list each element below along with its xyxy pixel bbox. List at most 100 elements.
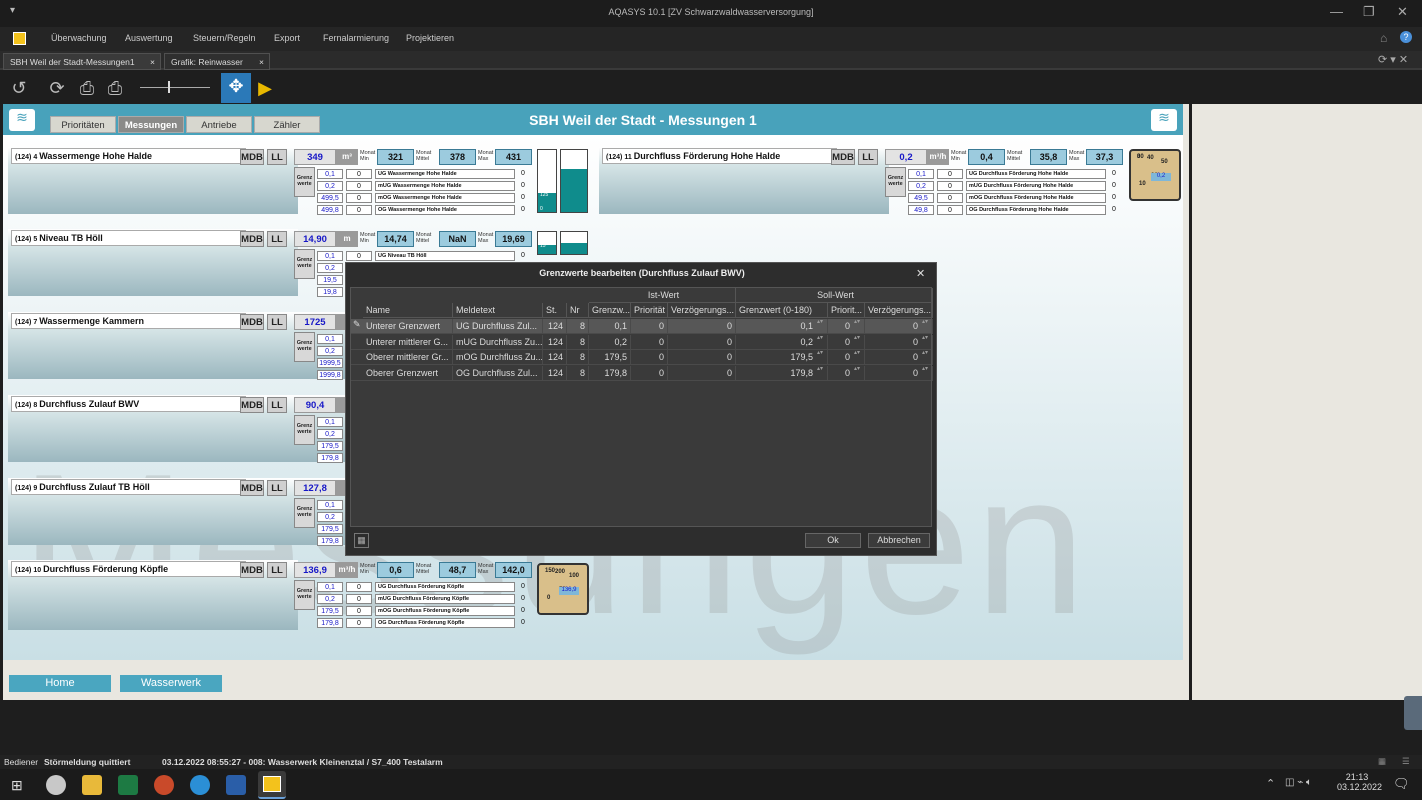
column-header[interactable]: Verzögerungs... xyxy=(668,303,736,318)
windows-start-icon[interactable]: ⊞ xyxy=(11,777,23,794)
aqasys-taskbar-icon[interactable] xyxy=(258,771,286,799)
clock[interactable]: 21:13 03.12.2022 xyxy=(1337,772,1382,792)
minimize-icon[interactable]: — xyxy=(1330,4,1343,19)
file-explorer-icon[interactable] xyxy=(82,775,102,795)
close-icon[interactable]: ✕ xyxy=(916,267,925,280)
column-header[interactable]: Nr xyxy=(567,303,589,318)
table-cell[interactable]: 0,2 xyxy=(736,334,828,350)
limit-value[interactable]: 0,2 xyxy=(908,181,934,191)
home-button[interactable]: Home xyxy=(9,675,111,692)
limit-value[interactable]: 0,1 xyxy=(317,417,343,427)
limit-value[interactable]: 0,1 xyxy=(317,169,343,179)
limit-value[interactable]: 499,5 xyxy=(317,193,343,203)
limit-value[interactable]: 499,8 xyxy=(317,205,343,215)
help-icon[interactable]: ? xyxy=(1400,31,1412,43)
spinner-icon[interactable]: ▴▾ xyxy=(922,366,928,373)
undo-icon[interactable]: ↺ xyxy=(6,75,32,101)
spinner-icon[interactable]: ▴▾ xyxy=(854,350,860,357)
pan-icon[interactable]: ✥ xyxy=(221,73,251,103)
limit-value[interactable]: 0,1 xyxy=(317,334,343,344)
spinner-icon[interactable]: ▴▾ xyxy=(817,335,823,342)
column-header[interactable]: Priorität xyxy=(631,303,668,318)
limit-value[interactable]: 1999,8 xyxy=(317,370,343,380)
print-preview-icon[interactable]: ⎙ xyxy=(102,75,128,101)
refresh-icon[interactable]: ⟳ ▾ ✕ xyxy=(1378,53,1408,66)
play-display-icon[interactable]: ▶ xyxy=(252,75,278,101)
ll-button[interactable]: LL xyxy=(267,562,287,578)
tab-grafik-reinwasser[interactable]: Grafik: Reinwasser × xyxy=(164,53,270,70)
ll-button[interactable]: LL xyxy=(267,480,287,496)
table-cell[interactable]: 0,1 xyxy=(736,319,828,334)
spinner-icon[interactable]: ▴▾ xyxy=(817,366,823,373)
limit-value[interactable]: 0,2 xyxy=(317,429,343,439)
spinner-icon[interactable]: ▴▾ xyxy=(922,335,928,342)
tab-sbh-messungen[interactable]: SBH Weil der Stadt-Messungen1 × xyxy=(3,53,161,70)
spinner-icon[interactable]: ▴▾ xyxy=(854,366,860,373)
limit-value[interactable]: 179,8 xyxy=(317,618,343,628)
tab-messungen[interactable]: Messungen xyxy=(118,116,184,133)
limit-value[interactable]: 19,8 xyxy=(317,287,343,297)
limit-value[interactable]: 0,2 xyxy=(317,594,343,604)
grid-settings-icon[interactable]: ▦ xyxy=(354,533,369,548)
ll-button[interactable]: LL xyxy=(858,149,878,165)
menu-fernalarmierung[interactable]: Fernalarmierung xyxy=(323,33,389,43)
limit-value[interactable]: 0,1 xyxy=(908,169,934,179)
limit-value[interactable]: 0,1 xyxy=(317,500,343,510)
limit-value[interactable]: 179,5 xyxy=(317,606,343,616)
excel-icon[interactable] xyxy=(118,775,138,795)
ll-button[interactable]: LL xyxy=(267,397,287,413)
limit-value[interactable]: 0,2 xyxy=(317,181,343,191)
close-icon[interactable]: × xyxy=(150,57,155,67)
limit-value[interactable]: 0,2 xyxy=(317,512,343,522)
notification-icon[interactable]: 🗨︎ xyxy=(1393,776,1410,792)
mdb-button[interactable]: MDB xyxy=(240,231,264,247)
spinner-icon[interactable]: ▴▾ xyxy=(922,350,928,357)
mdb-button[interactable]: MDB xyxy=(240,397,264,413)
column-header[interactable]: Name xyxy=(363,303,453,318)
limit-value[interactable]: 0,2 xyxy=(317,346,343,356)
limit-value[interactable]: 179,5 xyxy=(317,524,343,534)
limit-value[interactable]: 179,5 xyxy=(317,441,343,451)
column-header[interactable]: Grenzw... xyxy=(589,303,631,318)
limit-value[interactable]: 179,8 xyxy=(317,536,343,546)
column-header[interactable]: Grenzwert (0-180) xyxy=(736,303,828,318)
mdb-button[interactable]: MDB xyxy=(240,480,264,496)
column-header[interactable]: Priorit... xyxy=(828,303,865,318)
table-row[interactable]: Oberer Grenzwert OG Durchfluss Zul... 124 8… xyxy=(351,365,933,381)
powerpoint-icon[interactable] xyxy=(154,775,174,795)
close-icon[interactable]: × xyxy=(259,57,264,67)
app-icon[interactable] xyxy=(46,775,66,795)
database-icon[interactable]: ☰ xyxy=(1402,756,1410,767)
tab-zaehler[interactable]: Zähler xyxy=(254,116,320,133)
mdb-button[interactable]: MDB xyxy=(240,314,264,330)
word-icon[interactable] xyxy=(226,775,246,795)
ll-button[interactable]: LL xyxy=(267,149,287,165)
tab-prioritaeten[interactable]: Prioritäten xyxy=(50,116,116,133)
menu-auswertung[interactable]: Auswertung xyxy=(125,33,173,43)
limit-value[interactable]: 1999,5 xyxy=(317,358,343,368)
print-icon[interactable]: ⎙ xyxy=(74,75,100,101)
table-row[interactable]: Unterer mittlerer G... mUG Durchfluss Zu.… xyxy=(351,334,933,350)
ok-button[interactable]: Ok xyxy=(805,533,861,548)
spinner-icon[interactable]: ▴▾ xyxy=(817,350,823,357)
menu-export[interactable]: Export xyxy=(274,33,300,43)
ll-button[interactable]: LL xyxy=(267,314,287,330)
limit-value[interactable]: 0,1 xyxy=(317,251,343,261)
restore-icon[interactable]: ❐ xyxy=(1363,4,1375,20)
spinner-icon[interactable]: ▴▾ xyxy=(854,335,860,342)
table-row[interactable]: ✎ Unterer Grenzwert UG Durchfluss Zul... 12… xyxy=(351,319,933,334)
limit-value[interactable]: 0,2 xyxy=(317,263,343,273)
tray-chevron-icon[interactable]: ⌃ xyxy=(1266,777,1275,790)
cancel-button[interactable]: Abbrechen xyxy=(868,533,930,548)
menu-steuern-regeln[interactable]: Steuern/Regeln xyxy=(193,33,256,43)
mdb-button[interactable]: MDB xyxy=(240,562,264,578)
side-handle-icon[interactable] xyxy=(1404,696,1422,730)
menu-ueberwachung[interactable]: Überwachung xyxy=(51,33,107,43)
mdb-button[interactable]: MDB xyxy=(240,149,264,165)
limit-value[interactable]: 49,8 xyxy=(908,205,934,215)
column-header[interactable]: Verzögerungs... xyxy=(865,303,933,318)
reload-icon[interactable]: ⟳ xyxy=(44,75,70,101)
zoom-slider-thumb[interactable] xyxy=(168,81,170,93)
edge-icon[interactable] xyxy=(190,775,210,795)
spinner-icon[interactable]: ▴▾ xyxy=(922,319,928,326)
